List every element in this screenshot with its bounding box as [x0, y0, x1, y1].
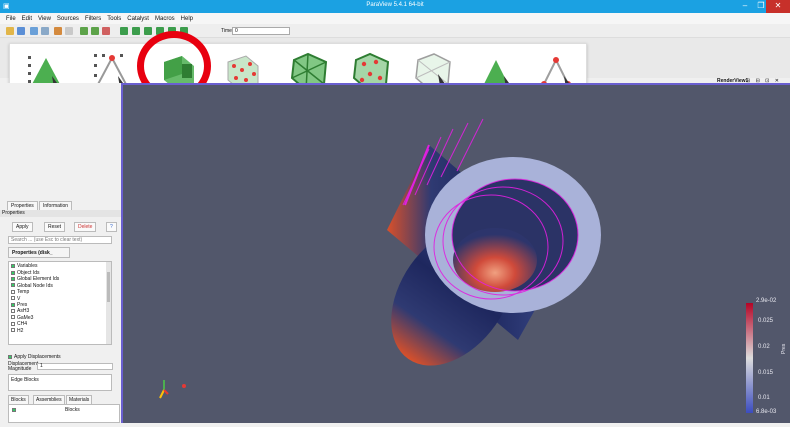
delete-label: Delete [78, 224, 93, 230]
variables-scrollbar[interactable] [106, 262, 111, 344]
variable-name: Object Ids [17, 270, 40, 276]
close-button[interactable]: ✕ [766, 0, 790, 13]
displacement-magnitude-input[interactable]: 1 [37, 363, 113, 370]
checkbox[interactable] [11, 309, 15, 314]
checkbox[interactable] [11, 270, 15, 275]
checkbox[interactable] [11, 315, 15, 320]
blocks-table: Blocks [8, 404, 120, 423]
variables-select-all-checkbox[interactable] [11, 263, 15, 268]
color-scale-bar [746, 303, 753, 413]
apply-displacements-label: Apply Displacements [14, 354, 61, 360]
open-icon[interactable] [6, 27, 14, 35]
menu-help[interactable]: Help [181, 16, 193, 22]
apply-displacements-checkbox-row[interactable]: Apply Displacements [8, 354, 61, 360]
scale-label: 0.015 [758, 370, 774, 376]
properties-pane-title: Properties [0, 210, 121, 217]
time-input[interactable]: 0 [232, 27, 290, 35]
variable-name: V [17, 295, 21, 302]
cylinder-render [387, 118, 601, 366]
camera-undo-icon[interactable] [80, 27, 88, 35]
variable-name: CH4 [17, 321, 28, 328]
help-label: ? [110, 224, 113, 230]
orientation-axes [159, 380, 186, 399]
disconnect-icon[interactable] [41, 27, 49, 35]
checkbox[interactable] [11, 289, 15, 294]
checkbox[interactable] [11, 321, 15, 326]
save-icon[interactable] [17, 27, 25, 35]
reset-label: Reset [48, 224, 62, 230]
scale-label: 0.025 [758, 318, 774, 324]
menu-macros[interactable]: Macros [155, 16, 175, 22]
list-item[interactable]: H2 [9, 328, 111, 334]
variable-name: Global Node Ids [17, 282, 53, 289]
help-button[interactable]: ? [106, 222, 117, 232]
main-toolbar: Time: 0 [0, 24, 790, 38]
properties-section-header[interactable]: Properties (disk_ [8, 247, 70, 258]
variables-list: Variables Object Ids Global Element Ids … [8, 261, 112, 345]
undo-icon[interactable] [54, 27, 62, 35]
menu-tools[interactable]: Tools [107, 16, 121, 22]
first-frame-icon[interactable] [120, 27, 128, 35]
help-icon[interactable] [102, 27, 110, 35]
menu-filters[interactable]: Filters [85, 16, 101, 22]
checkbox[interactable] [11, 328, 15, 333]
checkbox[interactable] [11, 277, 15, 282]
edge-blocks-list[interactable]: Edge Blocks [8, 374, 112, 391]
variable-name: Temp [17, 289, 30, 296]
window-title: ParaView 5.4.1 64-bit [366, 2, 424, 8]
scale-label: 0.02 [758, 344, 770, 350]
scale-label-min: 6.8e-03 [756, 409, 777, 415]
checkbox[interactable] [11, 296, 15, 301]
checkbox[interactable] [8, 354, 12, 359]
blocks-select-all-checkbox[interactable] [12, 408, 16, 412]
variable-name: AsH3 [17, 308, 30, 315]
menu-catalyst[interactable]: Catalyst [127, 16, 149, 22]
menu-bar: File Edit View Sources Filters Tools Cat… [0, 13, 790, 24]
scale-label-max: 2.9e-02 [756, 298, 777, 304]
connect-icon[interactable] [30, 27, 38, 35]
checkbox[interactable] [11, 302, 15, 307]
title-bar: ▣ ParaView 5.4.1 64-bit – ❐ ✕ [0, 0, 790, 13]
apply-button[interactable]: Apply [12, 222, 33, 232]
play-icon[interactable] [144, 27, 152, 35]
render-viewport[interactable] [121, 83, 790, 423]
reset-button[interactable]: Reset [44, 222, 66, 232]
blocks-column-header: Blocks [65, 407, 80, 413]
variable-name: GaMe3 [17, 314, 34, 321]
displacement-magnitude-label: Displacement Magnitude [8, 361, 39, 372]
minimize-button[interactable]: – [738, 0, 752, 13]
scale-label: 0.01 [758, 395, 770, 401]
variables-header: Variables [17, 263, 38, 269]
properties-search-input[interactable]: Search ... (use Esc to clear text) [8, 236, 112, 244]
scrollbar-thumb[interactable] [107, 272, 110, 302]
camera-redo-icon[interactable] [91, 27, 99, 35]
variable-name: Global Element Ids [17, 276, 60, 283]
menu-edit[interactable]: Edit [22, 16, 32, 22]
checkbox[interactable] [11, 283, 15, 288]
variable-name: H2 [17, 327, 24, 334]
previous-frame-icon[interactable] [132, 27, 140, 35]
apply-label: Apply [16, 224, 29, 230]
delete-button[interactable]: Delete [74, 222, 97, 232]
variable-name: Pres [17, 301, 28, 308]
menu-sources[interactable]: Sources [57, 16, 79, 22]
redo-icon[interactable] [65, 27, 73, 35]
menu-file[interactable]: File [6, 16, 16, 22]
menu-view[interactable]: View [38, 16, 51, 22]
scale-bar-title: Pres [781, 343, 787, 354]
